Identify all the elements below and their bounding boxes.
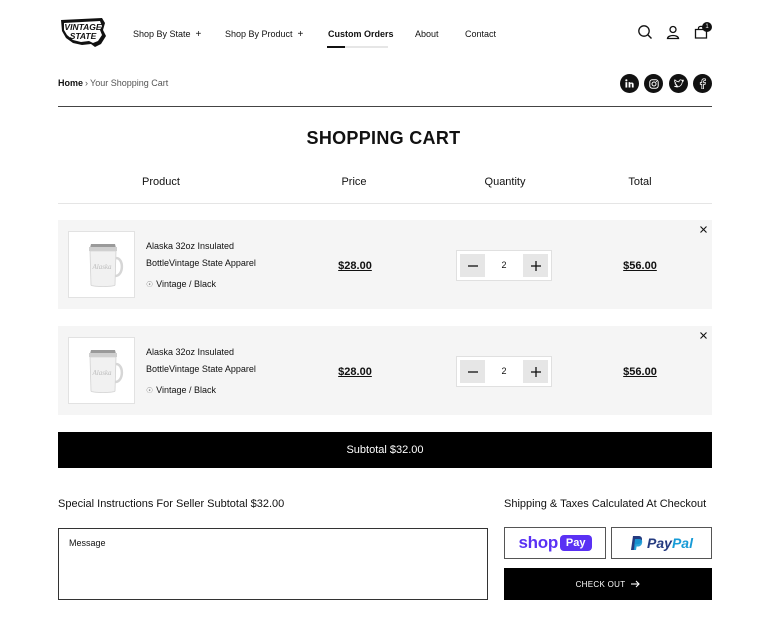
breadcrumb-current: Your Shopping Cart	[90, 78, 169, 88]
brand-logo[interactable]: VINTAGE STATE	[58, 14, 108, 50]
message-field[interactable]: Message	[58, 528, 488, 600]
minus-icon	[467, 264, 478, 267]
item-price: $28.00	[338, 260, 372, 272]
facebook-icon[interactable]	[693, 74, 712, 93]
product-name[interactable]: Alaska 32oz Insulated BottleVintage Stat…	[146, 344, 276, 378]
instagram-icon[interactable]	[644, 74, 663, 93]
breadcrumb: Home › Your Shopping Cart	[58, 78, 168, 88]
column-header-total: Total	[628, 176, 652, 188]
checkout-button[interactable]: CHECK OUT	[504, 568, 712, 600]
svg-text:Alaska: Alaska	[91, 263, 112, 271]
nav-contact[interactable]: Contact	[465, 29, 496, 39]
quantity-increase-button[interactable]	[523, 360, 548, 383]
quantity-input[interactable]: 2	[487, 251, 521, 280]
product-name[interactable]: Alaska 32oz Insulated BottleVintage Stat…	[146, 238, 276, 272]
shop-pay-button[interactable]: shop Pay	[504, 527, 606, 559]
account-icon[interactable]	[665, 24, 681, 40]
checkout-label: CHECK OUT	[575, 579, 626, 589]
remove-item-button[interactable]	[697, 223, 709, 235]
paypal-logo: PayPal	[630, 535, 693, 551]
paypal-button[interactable]: PayPal	[611, 527, 712, 559]
shop-pay-pay-text: Pay	[559, 535, 592, 551]
shop-pay-logo: shop Pay	[519, 533, 592, 553]
product-variant: ☉ Vintage / Black	[146, 385, 216, 395]
variant-label: Vintage / Black	[156, 385, 217, 395]
nav-shop-by-product[interactable]: Shop By Product +	[225, 29, 303, 40]
nav-shop-by-state[interactable]: Shop By State +	[133, 29, 201, 40]
product-variant: ☉ Vintage / Black	[146, 279, 216, 289]
close-icon	[699, 225, 707, 233]
quantity-decrease-button[interactable]	[460, 254, 485, 277]
page-title: SHOPPING CART	[306, 128, 461, 148]
plus-icon	[530, 260, 541, 271]
plus-icon: +	[195, 29, 202, 40]
variant-icon: ☉	[146, 386, 154, 395]
breadcrumb-divider	[58, 106, 712, 107]
shipping-note: Shipping & Taxes Calculated At Checkout	[504, 498, 707, 510]
item-total: $56.00	[623, 366, 657, 378]
nav-custom-orders[interactable]: Custom Orders	[328, 29, 394, 39]
column-header-price: Price	[341, 176, 367, 188]
close-icon	[699, 331, 707, 339]
logo-text-line2: STATE	[70, 31, 97, 41]
nav-shop-by-state-label: Shop By State	[133, 29, 191, 39]
subtotal-bar: Subtotal $32.00	[58, 432, 712, 468]
product-image[interactable]: Alaska	[68, 231, 135, 298]
quantity-decrease-button[interactable]	[460, 360, 485, 383]
minus-icon	[467, 370, 478, 373]
column-header-quantity: Quantity	[484, 176, 526, 188]
cart-item: Alaska Alaska 32oz Insulated BottleVinta…	[58, 220, 712, 309]
message-placeholder: Message	[69, 538, 106, 548]
search-icon[interactable]	[637, 24, 653, 40]
breadcrumb-home[interactable]: Home	[58, 78, 83, 88]
special-instructions-label: Special Instructions For Seller Subtotal…	[58, 498, 285, 510]
quantity-stepper: 2	[456, 356, 552, 387]
linkedin-icon[interactable]	[620, 74, 639, 93]
nav-about[interactable]: About	[415, 29, 439, 39]
column-header-product: Product	[142, 176, 180, 188]
paypal-icon	[631, 536, 643, 550]
item-price: $28.00	[338, 366, 372, 378]
variant-label: Vintage / Black	[156, 279, 217, 289]
svg-text:Alaska: Alaska	[91, 369, 112, 377]
nav-active-indicator	[327, 46, 388, 48]
cart-count-badge: 1	[702, 22, 712, 32]
quantity-stepper: 2	[456, 250, 552, 281]
remove-item-button[interactable]	[697, 329, 709, 341]
plus-icon	[530, 366, 541, 377]
shop-pay-shop-text: shop	[518, 533, 559, 552]
variant-icon: ☉	[146, 280, 154, 289]
item-total: $56.00	[623, 260, 657, 272]
paypal-pay-text: Pay	[647, 535, 672, 551]
paypal-pal-text: Pal	[671, 535, 693, 551]
header-divider	[58, 203, 712, 204]
plus-icon: +	[297, 29, 304, 40]
breadcrumb-separator: ›	[85, 78, 89, 88]
quantity-input[interactable]: 2	[487, 357, 521, 386]
product-image[interactable]: Alaska	[68, 337, 135, 404]
quantity-increase-button[interactable]	[523, 254, 548, 277]
arrow-right-icon	[631, 580, 641, 588]
cart-item: Alaska Alaska 32oz Insulated BottleVinta…	[58, 326, 712, 415]
nav-shop-by-product-label: Shop By Product	[225, 29, 293, 39]
twitter-icon[interactable]	[669, 74, 688, 93]
